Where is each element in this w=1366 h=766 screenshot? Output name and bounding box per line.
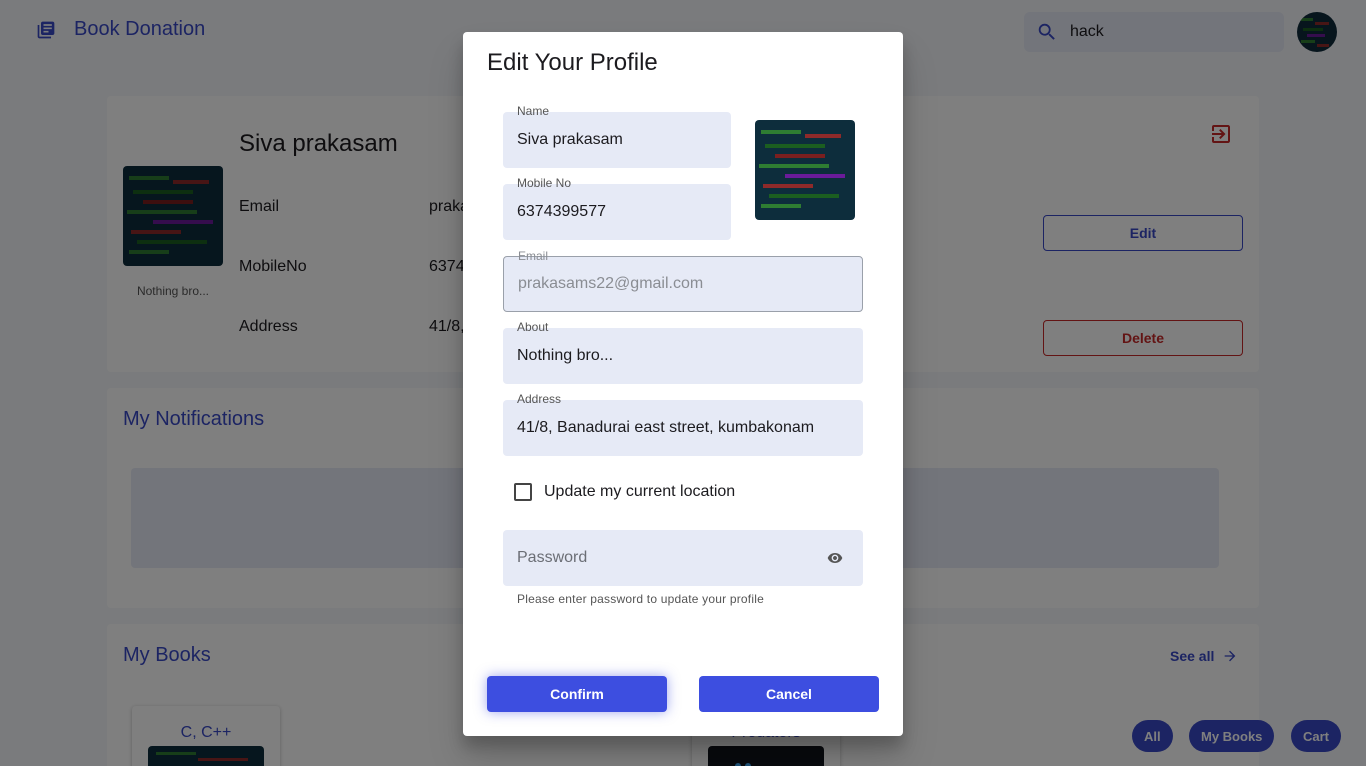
update-location-option[interactable]: Update my current location bbox=[514, 483, 735, 501]
password-helper-text: Please enter password to update your pro… bbox=[517, 592, 764, 606]
address-field[interactable]: Address bbox=[503, 392, 863, 456]
email-field: Email bbox=[503, 249, 863, 312]
mobile-input[interactable] bbox=[517, 184, 717, 240]
about-input[interactable] bbox=[517, 328, 849, 384]
address-input[interactable] bbox=[517, 400, 849, 456]
visibility-icon[interactable] bbox=[825, 550, 845, 566]
update-location-checkbox[interactable] bbox=[514, 483, 532, 501]
password-input[interactable] bbox=[517, 530, 849, 586]
name-input[interactable] bbox=[517, 112, 717, 168]
mobile-field[interactable]: Mobile No bbox=[503, 176, 731, 240]
profile-picture-upload[interactable] bbox=[755, 120, 855, 220]
update-location-label: Update my current location bbox=[544, 483, 736, 500]
email-input bbox=[518, 257, 848, 311]
dialog-title: Edit Your Profile bbox=[487, 49, 658, 76]
about-field[interactable]: About bbox=[503, 320, 863, 384]
password-field[interactable] bbox=[503, 530, 863, 586]
profile-picture-image bbox=[755, 120, 855, 220]
edit-profile-dialog: Edit Your Profile Name Mobile No Email A… bbox=[463, 32, 903, 736]
name-field[interactable]: Name bbox=[503, 104, 731, 168]
cancel-button[interactable]: Cancel bbox=[699, 676, 879, 712]
confirm-button[interactable]: Confirm bbox=[487, 676, 667, 712]
